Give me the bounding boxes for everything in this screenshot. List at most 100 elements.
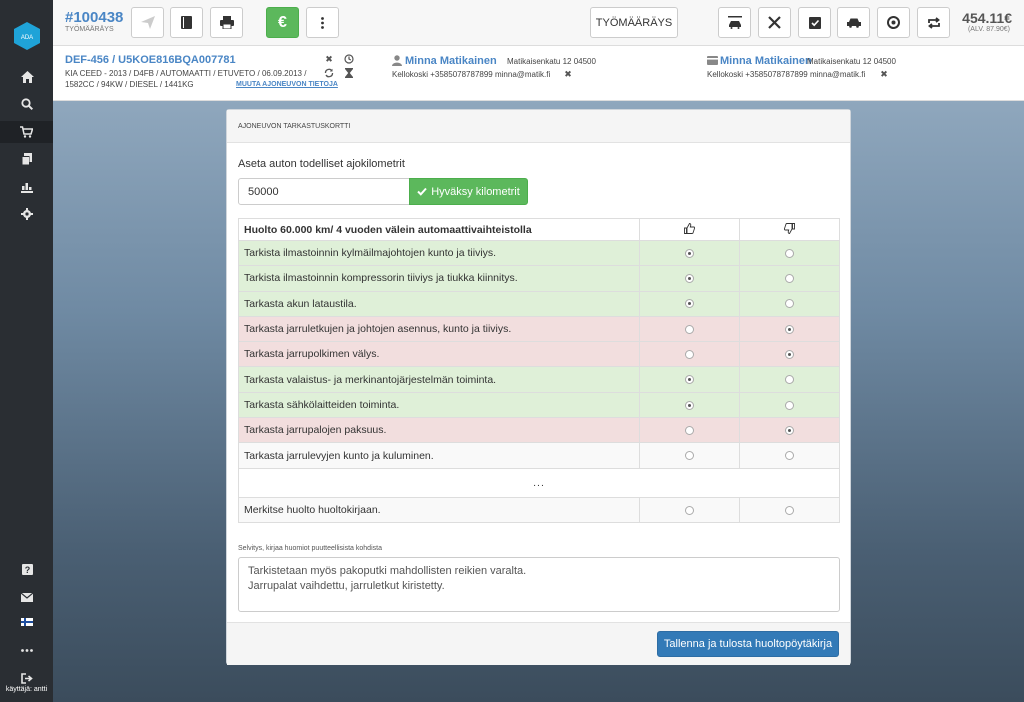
book-button[interactable]	[170, 7, 203, 38]
approve-radio-cell[interactable]	[639, 341, 740, 368]
settings-gear-icon[interactable]	[17, 204, 37, 224]
total-price: 454.11€	[962, 10, 1012, 26]
chart-icon[interactable]	[17, 177, 37, 197]
payment-button[interactable]: €	[266, 7, 299, 38]
approve-radio[interactable]	[685, 425, 694, 435]
cart-icon[interactable]	[0, 121, 53, 143]
mail-icon[interactable]	[17, 587, 37, 607]
edit-vehicle-link[interactable]: MUUTA AJONEUVON TIETOJA	[236, 81, 338, 88]
tools-button[interactable]	[758, 7, 791, 38]
svg-text:?: ?	[24, 565, 30, 575]
tire-button[interactable]	[877, 7, 910, 38]
reject-radio[interactable]	[785, 274, 794, 284]
reject-radio-cell[interactable]	[739, 496, 840, 523]
check-square-icon	[808, 16, 821, 29]
reject-radio-cell[interactable]	[739, 265, 840, 292]
history-clock-icon[interactable]	[344, 54, 354, 64]
search-icon[interactable]	[17, 94, 37, 114]
inspection-card-panel: AJONEUVON TARKASTUSKORTTI Aseta auton to…	[226, 109, 851, 665]
approve-radio[interactable]	[685, 248, 694, 258]
print-button[interactable]	[210, 7, 243, 38]
vehicle-details-1: KIA CEED - 2013 / D4FB / AUTOMAATTI / ET…	[65, 69, 307, 78]
km-input[interactable]	[238, 178, 410, 205]
reject-radio[interactable]	[785, 324, 794, 334]
remove-payer-icon[interactable]: ✖	[879, 69, 889, 79]
customer-name[interactable]: Minna Matikainen	[405, 55, 497, 67]
reject-radio[interactable]	[785, 299, 794, 309]
approve-radio[interactable]	[685, 350, 694, 360]
approve-radio-cell[interactable]	[639, 315, 740, 343]
reject-radio-cell[interactable]	[739, 417, 840, 444]
approve-radio[interactable]	[685, 274, 694, 284]
reject-radio-cell[interactable]	[739, 391, 840, 419]
user-label: käyttäjä: antti	[5, 686, 48, 693]
row-label: Tarkista ilmastoinnin kylmäilmajohtojen …	[238, 239, 640, 267]
more-icon[interactable]	[17, 640, 37, 660]
vehicle-title[interactable]: DEF-456 / U5KOE816BQA007781	[65, 54, 236, 66]
reject-radio-cell[interactable]	[739, 442, 840, 469]
reject-radio-cell[interactable]	[739, 315, 840, 343]
approve-radio-cell[interactable]	[639, 496, 740, 523]
reject-radio-cell[interactable]	[739, 239, 840, 267]
approve-radio-cell[interactable]	[639, 417, 740, 444]
remove-customer-icon[interactable]: ✖	[563, 69, 573, 79]
approve-radio[interactable]	[685, 299, 694, 309]
car-icon	[846, 18, 861, 28]
accept-km-label: Hyväksy kilometrit	[431, 185, 520, 198]
row-label: Tarkasta jarrupolkimen välys.	[238, 341, 640, 368]
customer-address: Matikaisenkatu 12 04500	[507, 57, 596, 66]
order-type: TYÖMÄÄRÄYS	[65, 26, 114, 33]
logout-icon[interactable]	[17, 668, 37, 688]
home-icon[interactable]	[17, 67, 37, 87]
remove-vehicle-icon[interactable]: ✖	[324, 54, 334, 64]
approve-radio[interactable]	[685, 451, 694, 461]
table-row: Tarkasta akun lataustila.	[238, 290, 840, 317]
table-row: Merkitse huolto huoltokirjaan.	[238, 496, 840, 523]
help-icon[interactable]: ?	[17, 559, 37, 579]
reject-radio-cell[interactable]	[739, 290, 840, 317]
documents-icon[interactable]	[17, 149, 37, 169]
checklist-button[interactable]	[798, 7, 831, 38]
reject-radio[interactable]	[785, 425, 794, 435]
approve-radio-cell[interactable]	[639, 366, 740, 393]
approve-radio[interactable]	[685, 324, 694, 334]
hourglass-icon[interactable]	[344, 68, 354, 78]
reject-radio[interactable]	[785, 505, 794, 515]
reject-radio-cell[interactable]	[739, 341, 840, 368]
vertical-dots-icon	[321, 16, 324, 29]
approve-radio[interactable]	[685, 375, 694, 385]
ada-logo[interactable]: ADA	[14, 22, 40, 50]
reject-radio[interactable]	[785, 248, 794, 258]
row-label: Tarkasta sähkölaitteiden toiminta.	[238, 391, 640, 419]
vehicle-button[interactable]	[837, 7, 870, 38]
user-icon	[392, 55, 402, 66]
finnish-flag-icon[interactable]	[17, 612, 37, 632]
reject-radio-cell[interactable]	[739, 366, 840, 393]
car-service-button[interactable]	[718, 7, 751, 38]
print-icon	[219, 16, 234, 29]
save-and-print-button[interactable]: Tallenna ja tulosta huoltopöytäkirja	[657, 631, 839, 657]
reject-radio[interactable]	[785, 350, 794, 360]
work-order-button[interactable]: TYÖMÄÄRÄYS	[590, 7, 678, 38]
more-actions-button[interactable]	[306, 7, 339, 38]
approve-radio-cell[interactable]	[639, 239, 740, 267]
approve-radio-cell[interactable]	[639, 391, 740, 419]
accept-km-button[interactable]: Hyväksy kilometrit	[409, 178, 528, 205]
approve-radio[interactable]	[685, 400, 694, 410]
tools-icon	[768, 16, 781, 29]
reject-radio[interactable]	[785, 451, 794, 461]
send-button[interactable]	[131, 7, 164, 38]
reject-radio[interactable]	[785, 400, 794, 410]
approve-radio-cell[interactable]	[639, 290, 740, 317]
row-label: Tarkista ilmastoinnin kompressorin tiivi…	[238, 265, 640, 292]
table-title: Huolto 60.000 km/ 4 vuoden välein automa…	[238, 218, 640, 241]
notes-textarea[interactable]: Tarkistetaan myös pakoputki mahdollisten…	[238, 557, 840, 612]
payer-card-icon	[707, 56, 718, 65]
refresh-button[interactable]	[917, 7, 950, 38]
payer-name[interactable]: Minna Matikainen	[720, 55, 812, 67]
sync-icon[interactable]	[324, 68, 334, 78]
approve-radio-cell[interactable]	[639, 442, 740, 469]
reject-radio[interactable]	[785, 375, 794, 385]
approve-radio[interactable]	[685, 505, 694, 515]
approve-radio-cell[interactable]	[639, 265, 740, 292]
